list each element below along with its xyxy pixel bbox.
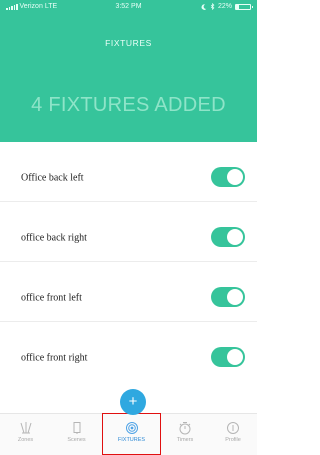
fixture-toggle[interactable] [211,347,245,367]
profile-icon [227,422,239,434]
toggle-knob [227,349,243,365]
status-bar: Verizon LTE 3:52 PM 22% [0,0,257,14]
tab-label: Profile [225,437,241,443]
fixtures-screen: Verizon LTE 3:52 PM 22% FIXTURES 4 FIXTU… [0,0,257,455]
tab-profile[interactable]: Profile [209,414,257,455]
scenes-icon [73,422,80,434]
fixture-name: office back right [21,232,87,244]
tab-scenes[interactable]: Scenes [51,414,102,455]
toggle-knob [227,169,243,185]
battery-icon [235,3,253,10]
fixture-toggle[interactable] [211,167,245,187]
nav-title: FIXTURES [105,38,152,48]
tab-timers[interactable]: Timers [161,414,209,455]
fixture-name: Office back left [21,172,84,184]
tab-label: Scenes [67,437,86,443]
toggle-knob [227,289,243,305]
moon-icon [201,3,207,10]
fixture-name: office front left [21,292,82,304]
add-fixture-button[interactable]: + [120,389,146,415]
fixture-list: Office back left office back right offic… [0,142,257,382]
tab-label: Timers [176,437,194,443]
fixture-toggle[interactable] [211,227,245,247]
fixture-toggle[interactable] [211,287,245,307]
tab-zones[interactable]: Zones [0,414,51,455]
fixture-name: office front right [21,352,88,364]
bluetooth-icon [210,3,215,10]
fixtures-count-headline: 4 FIXTURES ADDED [31,94,226,116]
active-tab-highlight [102,413,161,455]
tab-label: Zones [17,437,34,443]
timer-icon [179,422,191,435]
battery-fill [236,4,240,9]
fixture-row[interactable]: office front right [0,322,257,382]
status-right: 22% [201,3,253,10]
fixture-row[interactable]: Office back left [0,142,257,202]
toggle-knob [227,229,243,245]
fixture-row[interactable]: office front left [0,262,257,322]
fixture-row[interactable]: office back right [0,202,257,262]
battery-percent: 22% [217,3,232,10]
zones-icon [20,422,31,434]
header: Verizon LTE 3:52 PM 22% FIXTURES 4 FIXTU… [0,0,257,142]
